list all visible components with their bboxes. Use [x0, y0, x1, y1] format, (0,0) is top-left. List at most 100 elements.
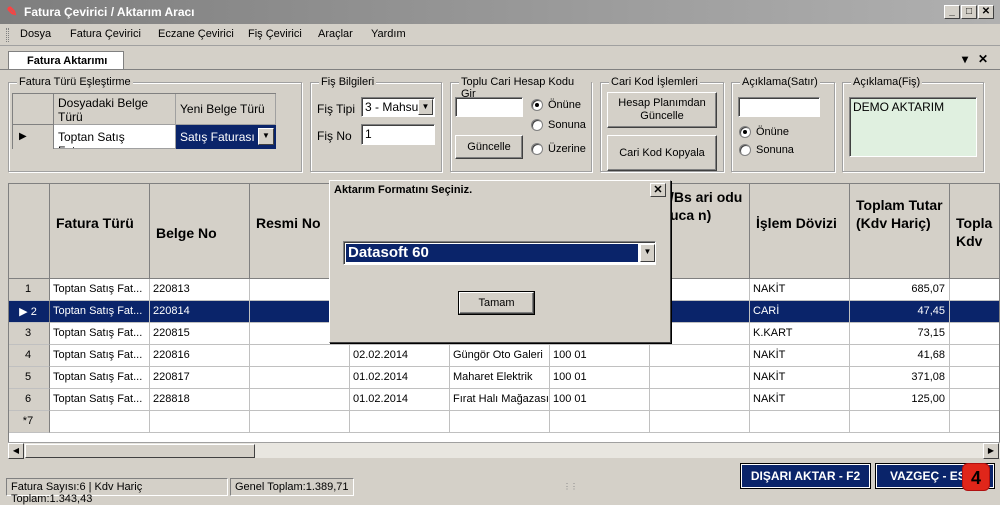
mapping-target-select[interactable]: Satış Faturası ▼ [176, 125, 276, 149]
menu-dosya[interactable]: Dosya [20, 28, 51, 40]
row-header[interactable]: 5 [9, 367, 50, 389]
minimize-button[interactable]: _ [944, 5, 960, 19]
header-toplam-kdv[interactable]: Topla Kdv [950, 184, 999, 279]
grid-cell[interactable]: NAKİT [750, 279, 850, 301]
fis-tipi-select[interactable]: 3 - Mahsu ▼ [361, 97, 435, 117]
grid-cell[interactable] [950, 301, 999, 323]
scroll-right-icon[interactable]: ▶ [983, 443, 999, 459]
row-header[interactable]: 4 [9, 345, 50, 367]
grid-cell[interactable]: 02.02.2014 [350, 345, 450, 367]
grid-cell[interactable]: 220813 [150, 279, 250, 301]
tamam-button[interactable]: Tamam [458, 291, 535, 315]
radio-satir-sonuna[interactable] [739, 144, 751, 156]
scroll-left-icon[interactable]: ◀ [8, 443, 24, 459]
grid-cell[interactable] [150, 411, 250, 433]
grid-cell[interactable]: 220816 [150, 345, 250, 367]
grid-cell[interactable] [750, 411, 850, 433]
grid-cell[interactable]: NAKİT [750, 345, 850, 367]
grid-cell[interactable] [350, 411, 450, 433]
aciklama-fis-textarea[interactable]: DEMO AKTARIM [849, 97, 977, 157]
dropdown-arrow-icon[interactable]: ▼ [640, 244, 655, 262]
tab-list-icon[interactable]: ▾ [962, 52, 968, 66]
row-header[interactable]: 3 [9, 323, 50, 345]
grid-cell[interactable] [450, 411, 550, 433]
grid-cell[interactable] [250, 411, 350, 433]
grid-cell[interactable]: 685,07 [850, 279, 950, 301]
radio-uzerine[interactable] [531, 143, 543, 155]
header-toplam-tutar[interactable]: Toplam Tutar (Kdv Hariç) [850, 184, 950, 279]
grid-cell[interactable]: 100 01 [550, 389, 650, 411]
grid-cell[interactable] [950, 367, 999, 389]
grid-cell[interactable]: Toptan Satış Fat... [50, 389, 150, 411]
row-header[interactable]: 1 [9, 279, 50, 301]
dialog-close-icon[interactable]: ✕ [650, 183, 666, 197]
grid-cell[interactable]: 371,08 [850, 367, 950, 389]
grid-cell[interactable] [650, 389, 750, 411]
grid-cell[interactable]: Toptan Satış Fat... [50, 345, 150, 367]
grid-cell[interactable] [950, 345, 999, 367]
fis-no-input[interactable]: 1 [361, 124, 435, 145]
grid-cell[interactable]: Toptan Satış Fat... [50, 301, 150, 323]
grid-cell[interactable]: 220814 [150, 301, 250, 323]
grid-cell[interactable] [250, 367, 350, 389]
row-header[interactable]: 6 [9, 389, 50, 411]
header-islem-dovizi[interactable]: İşlem Dövizi [750, 184, 850, 279]
grid-cell[interactable]: Maharet Elektrik [450, 367, 550, 389]
grid-cell[interactable]: 41,68 [850, 345, 950, 367]
grid-cell[interactable]: 125,00 [850, 389, 950, 411]
header-belge-no[interactable]: Belge No [150, 184, 250, 279]
menu-yardim[interactable]: Yardım [371, 28, 406, 40]
grid-cell[interactable] [650, 345, 750, 367]
grid-cell[interactable] [950, 411, 999, 433]
grid-cell[interactable]: 228818 [150, 389, 250, 411]
grid-cell[interactable]: Toptan Satış Fat... [50, 367, 150, 389]
close-button[interactable]: ✕ [978, 5, 994, 19]
grid-cell[interactable]: Güngör Oto Galeri [450, 345, 550, 367]
grid-cell[interactable]: Toptan Satış Fat... [50, 279, 150, 301]
disari-aktar-button[interactable]: DIŞARI AKTAR - F2 [740, 463, 871, 489]
tab-fatura-aktarimi[interactable]: Fatura Aktarımı [8, 51, 124, 70]
menu-araclar[interactable]: Araçlar [318, 28, 353, 40]
grid-cell[interactable] [250, 389, 350, 411]
grid-cell[interactable]: NAKİT [750, 367, 850, 389]
grid-cell[interactable]: Toptan Satış Fat... [50, 323, 150, 345]
grid-cell[interactable]: 220815 [150, 323, 250, 345]
row-header[interactable]: *7 [9, 411, 50, 433]
cari-kod-kopyala-button[interactable]: Cari Kod Kopyala [607, 135, 717, 171]
menu-fis-cevirici[interactable]: Fiş Çevirici [248, 28, 302, 40]
guncelle-button[interactable]: Güncelle [455, 135, 523, 159]
dropdown-arrow-icon[interactable]: ▼ [418, 99, 433, 115]
aciklama-satir-input[interactable] [738, 97, 820, 117]
grid-cell[interactable]: 220817 [150, 367, 250, 389]
grid-cell[interactable]: NAKİT [750, 389, 850, 411]
toplu-cari-input[interactable] [455, 97, 523, 117]
grid-cell[interactable] [250, 345, 350, 367]
menu-fatura-cevirici[interactable]: Fatura Çevirici [70, 28, 141, 40]
grid-cell[interactable] [950, 279, 999, 301]
grid-cell[interactable]: CARİ [750, 301, 850, 323]
menu-eczane-cevirici[interactable]: Eczane Çevirici [158, 28, 234, 40]
grid-cell[interactable]: 01.02.2014 [350, 367, 450, 389]
grid-cell[interactable]: 47,45 [850, 301, 950, 323]
dropdown-arrow-icon[interactable]: ▼ [258, 128, 274, 145]
grid-cell[interactable]: 01.02.2014 [350, 389, 450, 411]
horizontal-scrollbar[interactable]: ◀ ▶ [8, 442, 1000, 459]
grid-cell[interactable]: 100 01 [550, 345, 650, 367]
header-fatura-turu[interactable]: Fatura Türü [50, 184, 150, 279]
grid-cell[interactable]: Fırat Halı Mağazası [450, 389, 550, 411]
grid-cell[interactable]: 100 01 [550, 367, 650, 389]
maximize-button[interactable]: □ [961, 5, 977, 19]
format-select[interactable]: Datasoft 60 ▼ [343, 241, 656, 265]
grid-cell[interactable] [650, 367, 750, 389]
grid-cell[interactable]: 73,15 [850, 323, 950, 345]
row-header[interactable]: ▶ 2 [9, 301, 50, 323]
hesap-planimdan-guncelle-button[interactable]: Hesap Planımdan Güncelle [607, 92, 717, 128]
grid-cell[interactable] [950, 389, 999, 411]
grid-cell[interactable]: K.KART [750, 323, 850, 345]
grid-cell[interactable] [650, 411, 750, 433]
grid-cell[interactable] [50, 411, 150, 433]
grid-cell[interactable] [550, 411, 650, 433]
grid-cell[interactable] [950, 323, 999, 345]
tab-close-icon[interactable]: ✕ [978, 52, 988, 66]
radio-satir-onune[interactable] [739, 126, 751, 138]
